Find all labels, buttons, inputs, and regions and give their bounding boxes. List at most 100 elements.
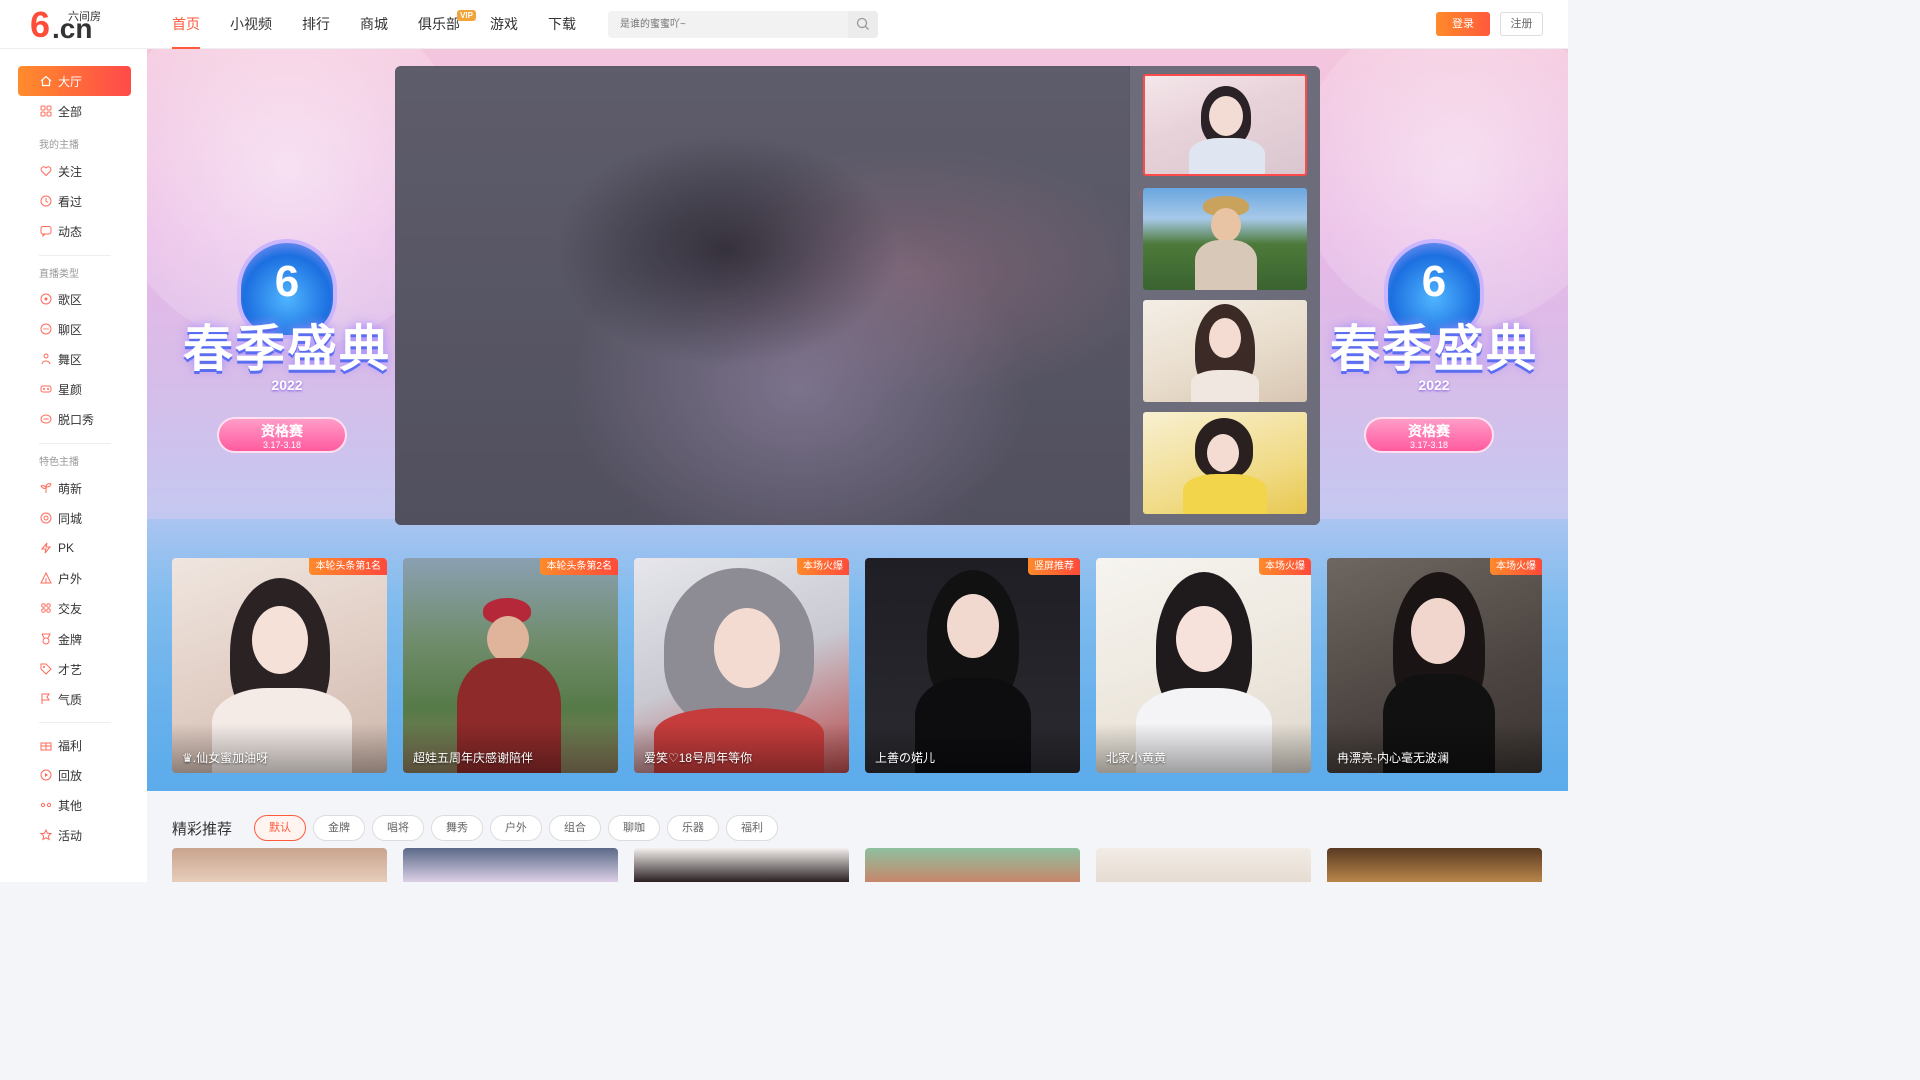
sidebar-item-label: 福利	[58, 738, 83, 753]
sidebar-item-star-face[interactable]: 星颜	[40, 379, 82, 399]
gift-icon	[40, 739, 52, 751]
left-sidebar: 大厅 全部 我的主播 关注 看过 动态 直播类型 歌区 聊区 舞区 星颜 脱口秀…	[0, 49, 147, 882]
streamer-card[interactable]: 本轮头条第2名 超娃五周年庆感谢陪伴	[403, 558, 618, 773]
nav-ranking[interactable]: 排行	[290, 0, 342, 49]
sidebar-item-all[interactable]: 全部	[40, 101, 82, 121]
sidebar-item-gold[interactable]: 金牌	[40, 629, 82, 649]
filter-outdoor[interactable]: 户外	[490, 815, 542, 841]
sidebar-item-label: 看过	[58, 194, 83, 209]
sidebar-item-label: 萌新	[58, 481, 83, 496]
filter-welfare[interactable]: 福利	[726, 815, 778, 841]
filter-dance[interactable]: 舞秀	[431, 815, 483, 841]
sidebar-group-my: 我的主播	[39, 140, 79, 151]
sidebar-item-label: 全部	[58, 104, 83, 119]
filter-singer[interactable]: 唱将	[372, 815, 424, 841]
bubble-icon	[40, 323, 52, 335]
stream-thumbnail[interactable]	[1143, 188, 1307, 290]
filter-default[interactable]: 默认	[254, 815, 306, 841]
event-logo-right[interactable]: 6 春季盛典 2022 资格赛 3.17-3.18	[1314, 239, 1554, 459]
streamer-card[interactable]: 本场火爆 爱笑♡18号周年等你	[634, 558, 849, 773]
streamer-card[interactable]: 竖屏推荐 上善の婼儿	[865, 558, 1080, 773]
sidebar-item-music[interactable]: 歌区	[40, 289, 82, 309]
nav-short-video[interactable]: 小视频	[218, 0, 284, 49]
sidebar-item-label: 金牌	[58, 632, 83, 647]
filter-group[interactable]: 组合	[549, 815, 601, 841]
dance-icon	[40, 353, 52, 365]
filter-gold[interactable]: 金牌	[313, 815, 365, 841]
people-icon	[40, 602, 52, 614]
live-player[interactable]	[395, 66, 1320, 525]
stream-thumbnail[interactable]	[1143, 300, 1307, 402]
recommend-card[interactable]	[172, 848, 387, 882]
event-logo-left[interactable]: 6 春季盛典 2022 资格赛 3.17-3.18	[167, 239, 407, 459]
sidebar-item-talent[interactable]: 才艺	[40, 659, 82, 679]
card-figure	[947, 594, 999, 658]
rank-badge: 本场火爆	[797, 558, 849, 575]
search-icon	[856, 17, 869, 30]
sidebar-item-dance[interactable]: 舞区	[40, 349, 82, 369]
recommend-card[interactable]	[403, 848, 618, 882]
sidebar-item-talkshow[interactable]: 脱口秀	[40, 409, 94, 429]
vip-badge: VIP	[457, 10, 476, 21]
streamer-card[interactable]: 本轮头条第1名 ♛.仙女蜜加油呀	[172, 558, 387, 773]
sidebar-item-nearby[interactable]: 同城	[40, 508, 82, 528]
streamer-card[interactable]: 本场火爆 北家小黄黄	[1096, 558, 1311, 773]
crown-mark: 6	[274, 257, 300, 306]
site-logo[interactable]: 6 .cn 六间房	[30, 6, 110, 44]
sidebar-item-outdoor[interactable]: 户外	[40, 568, 82, 588]
flag-icon	[40, 693, 52, 705]
search-input[interactable]	[608, 11, 848, 38]
recommend-card[interactable]	[1327, 848, 1542, 882]
sidebar-item-replay[interactable]: 回放	[40, 765, 82, 785]
recommend-card[interactable]	[634, 848, 849, 882]
event-stage-label: 资格赛	[1408, 423, 1450, 439]
sidebar-item-temperament[interactable]: 气质	[40, 689, 82, 709]
sidebar-divider	[39, 255, 111, 256]
event-stage-pill[interactable]: 资格赛 3.17-3.18	[1364, 417, 1494, 453]
sidebar-item-other[interactable]: 其他	[40, 795, 82, 815]
card-figure	[487, 616, 529, 662]
filter-chat[interactable]: 聊咖	[608, 815, 660, 841]
nav-club[interactable]: 俱乐部 VIP	[406, 0, 476, 49]
sidebar-item-newbie[interactable]: 萌新	[40, 478, 82, 498]
lightning-icon	[40, 542, 52, 554]
sidebar-item-pk[interactable]: PK	[40, 538, 74, 558]
sidebar-item-label: 户外	[58, 571, 83, 586]
nav-mall[interactable]: 商城	[348, 0, 400, 49]
sidebar-item-history[interactable]: 看过	[40, 191, 82, 211]
sidebar-item-label: 动态	[58, 224, 83, 239]
sidebar-item-welfare[interactable]: 福利	[40, 735, 82, 755]
sidebar-item-events[interactable]: 活动	[40, 825, 82, 845]
nav-games[interactable]: 游戏	[478, 0, 530, 49]
sidebar-item-talk[interactable]: 聊区	[40, 319, 82, 339]
main-nav: 首页 小视频 排行 商城 俱乐部 VIP 游戏 下载	[160, 0, 594, 49]
recommend-card[interactable]	[865, 848, 1080, 882]
music-icon	[40, 293, 52, 305]
register-button[interactable]: 注册	[1500, 12, 1543, 36]
crown-mark: 6	[1421, 257, 1447, 306]
event-year: 2022	[271, 377, 303, 393]
sidebar-item-follow[interactable]: 关注	[40, 161, 82, 181]
streamer-card[interactable]: 本场火爆 冉漂亮-内心毫无波澜	[1327, 558, 1542, 773]
stream-thumbnail[interactable]	[1143, 74, 1307, 176]
rank-badge: 竖屏推荐	[1028, 558, 1080, 575]
recommend-card[interactable]	[1096, 848, 1311, 882]
thumbnail-figure	[1209, 318, 1241, 358]
nav-home[interactable]: 首页	[160, 0, 212, 49]
sidebar-item-label: 大厅	[58, 74, 83, 89]
sidebar-item-friends[interactable]: 交友	[40, 598, 82, 618]
search-button[interactable]	[848, 11, 878, 38]
stream-thumbnail[interactable]	[1143, 412, 1307, 514]
streamer-name: 爱笑♡18号周年等你	[644, 751, 753, 765]
sidebar-item-hall[interactable]: 大厅	[18, 66, 131, 96]
event-stage-label: 资格赛	[261, 423, 303, 439]
sidebar-item-label: 回放	[58, 768, 83, 783]
event-stage-pill[interactable]: 资格赛 3.17-3.18	[217, 417, 347, 453]
sidebar-item-feed[interactable]: 动态	[40, 221, 82, 241]
rank-badge: 本轮头条第2名	[540, 558, 618, 575]
login-button[interactable]: 登录	[1436, 12, 1490, 36]
sidebar-group-type: 直播类型	[39, 269, 79, 280]
home-icon	[40, 75, 52, 87]
filter-instrument[interactable]: 乐器	[667, 815, 719, 841]
nav-download[interactable]: 下载	[536, 0, 588, 49]
